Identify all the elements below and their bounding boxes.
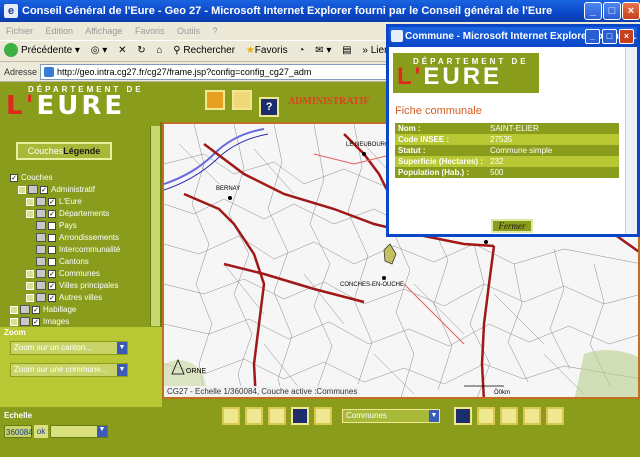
tree-item-couches[interactable]: ✓ Couches <box>10 172 120 184</box>
minimize-button[interactable]: _ <box>584 2 602 20</box>
info-icon[interactable] <box>454 407 472 425</box>
couches-legende-toggle[interactable]: CouchesLégende <box>16 142 112 160</box>
legend-scrollbar[interactable] <box>150 126 160 326</box>
back-arrow-icon <box>4 43 18 58</box>
export-icon[interactable] <box>205 90 225 110</box>
fermer-button[interactable]: Fermer <box>491 219 533 233</box>
menu-outils[interactable]: Outils <box>177 26 200 36</box>
menu-fichier[interactable]: Fichier <box>6 26 33 36</box>
forward-button[interactable]: ◎ ▾ <box>91 41 108 61</box>
map-tools: Communes ▼ <box>162 399 640 457</box>
popup-minimize-button[interactable]: _ <box>585 29 600 44</box>
scale-title: Echelle <box>4 411 33 420</box>
city-label: CONCHES-EN-OUCHE <box>340 282 405 288</box>
commune-popup-window: Commune - Microsoft Internet Explorer fo… <box>386 24 640 237</box>
tree-item-communes[interactable]: ✓ Communes <box>10 268 120 280</box>
print-button[interactable]: ▤ <box>342 41 351 61</box>
tree-item-cantons[interactable]: Cantons <box>10 256 120 268</box>
full-extent-icon[interactable] <box>291 407 309 425</box>
tree-item-administratif[interactable]: ✓ Administratif <box>10 184 120 196</box>
active-layer-select[interactable]: Communes ▼ <box>342 409 440 423</box>
menu-affichage[interactable]: Affichage <box>85 26 122 36</box>
region-label: ORNE <box>186 368 207 375</box>
ie-icon <box>391 30 403 42</box>
popup-logo: DÉPARTEMENT DE L'EURE <box>393 53 539 93</box>
tree-item-arrondissements[interactable]: Arrondissements <box>10 232 120 244</box>
tree-item-habillage[interactable]: ✓ Habillage <box>10 304 120 316</box>
refresh-button[interactable]: ↻ <box>137 41 145 61</box>
star-icon: ★ <box>245 45 255 56</box>
canton-zoom-select[interactable]: Zoom sur un canton... ▼ <box>10 341 128 355</box>
zoom-out-icon[interactable] <box>245 407 263 425</box>
tree-item-images[interactable]: ✓ Images <box>10 316 120 327</box>
scale-ok-button[interactable]: ok <box>34 425 48 438</box>
scale-bar-label: Ö0km <box>494 390 511 396</box>
city-label: BERNAY <box>216 186 241 192</box>
browser-title: Conseil Général de l'Eure - Geo 27 - Mic… <box>22 5 553 17</box>
search-button[interactable]: ⚲ Rechercher <box>173 41 235 61</box>
commune-zoom-select[interactable]: Zoom sur une commune... ▼ <box>10 363 128 377</box>
print-icon[interactable] <box>500 407 518 425</box>
table-row: Nom : SAINT-ELIER <box>395 123 619 134</box>
scale-input[interactable]: 360084 <box>4 425 33 438</box>
chevron-down-icon: ▼ <box>429 410 439 422</box>
legend-panel: CouchesLégende ✓ Couches ✓ Administratif ✓… <box>0 122 162 327</box>
search-icon: ⚲ <box>173 45 181 56</box>
chevron-down-icon: ▼ <box>117 364 127 376</box>
tree-item-pays[interactable]: Pays <box>10 220 120 232</box>
site-logo: DÉPARTEMENT DE L'EURE <box>6 85 144 121</box>
mail-button[interactable]: ✉ ▾ <box>315 41 331 61</box>
chevron-down-icon: ▼ <box>97 426 107 437</box>
section-title: ADMINISTRATIF <box>288 96 370 107</box>
favorites-button[interactable]: ★Favoris <box>246 41 288 61</box>
history-button[interactable]: ◔ <box>298 41 304 61</box>
close-window-button[interactable]: × <box>622 2 640 20</box>
stop-button[interactable]: ✕ <box>118 41 126 61</box>
document-icon[interactable] <box>523 407 541 425</box>
mail-icon[interactable] <box>232 90 253 110</box>
commune-info-table: Nom : SAINT-ELIER Code INSEE :27535 Statu… <box>395 123 619 178</box>
tree-item-villes-principales[interactable]: ✓ Villes principales <box>10 280 120 292</box>
help-icon[interactable]: ? <box>259 97 280 117</box>
pan-hand-icon[interactable] <box>268 407 286 425</box>
fiche-heading: Fiche communale <box>395 105 482 117</box>
address-label: Adresse <box>4 67 38 77</box>
menu-favoris[interactable]: Favoris <box>135 26 165 36</box>
table-row: Superficie (Hectares) :232 <box>395 156 619 167</box>
tree-item-eure[interactable]: ✓ L'Eure <box>10 196 120 208</box>
city-label: LE NEUBOURG <box>346 142 390 148</box>
chevron-down-icon: ▼ <box>117 342 127 354</box>
ie-icon: e <box>4 4 18 18</box>
table-row: Statut : Commune simple <box>395 145 619 156</box>
zoom-in-icon[interactable] <box>222 407 240 425</box>
menu-help[interactable]: ? <box>213 26 218 36</box>
popup-maximize-button[interactable]: □ <box>602 29 617 44</box>
table-row: Population (Hab.) :500 <box>395 167 619 178</box>
select-icon[interactable] <box>314 407 332 425</box>
popup-body: DÉPARTEMENT DE L'EURE Fiche communale No… <box>389 47 637 234</box>
map-caption: CG27 - Echelle 1/360084, Couche active :… <box>164 386 361 397</box>
scale-panel: Echelle 360084 ok ▼ <box>0 407 162 457</box>
zoom-panel: Zoom Zoom sur un canton... ▼ Zoom sur une… <box>0 327 162 407</box>
popup-scrollbar[interactable] <box>625 47 637 234</box>
address-input[interactable]: http://geo.intra.cg27.fr/cg27/frame.jsp?… <box>40 64 420 80</box>
popup-close-button[interactable]: × <box>619 29 634 44</box>
locate-icon[interactable] <box>477 407 495 425</box>
tree-item-autres-villes[interactable]: ✓ Autres villes <box>10 292 120 304</box>
zoom-title: Zoom <box>4 328 26 337</box>
browser-title-bar: e Conseil Général de l'Eure - Geo 27 - M… <box>0 0 640 22</box>
home-button[interactable]: ⌂ <box>156 41 162 61</box>
layer-tree: ✓ Couches ✓ Administratif ✓ L'Eure ✓ Départe… <box>10 172 120 327</box>
scale-select[interactable]: ▼ <box>50 425 108 438</box>
tree-item-departements[interactable]: ✓ Départements <box>10 208 120 220</box>
measure-icon[interactable] <box>546 407 564 425</box>
back-button[interactable]: Précédente ▾ <box>4 41 80 61</box>
maximize-button[interactable]: □ <box>603 2 621 20</box>
menu-edition[interactable]: Edition <box>46 26 74 36</box>
tree-item-intercommunalite[interactable]: Intercommunalité <box>10 244 120 256</box>
table-row: Code INSEE :27535 <box>395 134 619 145</box>
